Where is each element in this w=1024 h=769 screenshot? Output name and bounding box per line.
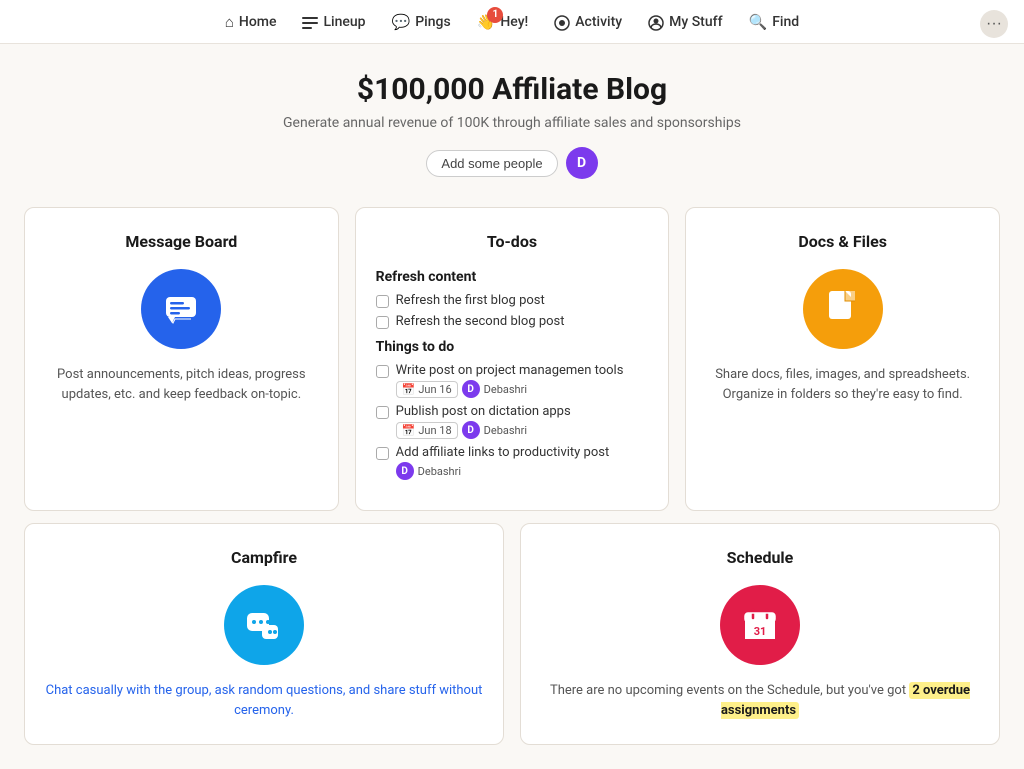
nav-more-button[interactable]: ··· <box>980 10 1008 38</box>
schedule-desc: There are no upcoming events on the Sche… <box>541 681 979 720</box>
navigation-wrapper: ⌂ Home Lineup 💬 Pings 👋 1 Hey! <box>0 0 1024 44</box>
main-nav: ⌂ Home Lineup 💬 Pings 👋 1 Hey! <box>0 0 1024 44</box>
pings-icon: 💬 <box>392 13 411 31</box>
todo-date: 📅 Jun 18 <box>396 422 458 439</box>
bottom-grid: Campfire Chat casually with the group, a… <box>0 523 1024 769</box>
nav-label-lineup: Lineup <box>323 14 365 30</box>
campfire-icon-wrap[interactable] <box>45 585 483 665</box>
main-grid: Message Board Post announcements, pitch … <box>0 195 1024 523</box>
todo-checkbox[interactable] <box>376 447 389 460</box>
todo-date: 📅 Jun 16 <box>396 381 458 398</box>
todo-item: Write post on project managemen tools 📅 … <box>376 363 649 398</box>
todo-label: Refresh the second blog post <box>396 314 565 329</box>
todos-section-things: Things to do <box>376 339 649 355</box>
nav-item-activity[interactable]: Activity <box>544 6 632 36</box>
calendar-icon: 📅 <box>402 424 416 437</box>
nav-label-find: Find <box>772 14 799 30</box>
hey-badge: 1 <box>487 7 503 23</box>
todo-content: Write post on project managemen tools 📅 … <box>396 363 624 398</box>
hey-icon: 👋 1 <box>477 13 496 31</box>
todo-date-label: Jun 16 <box>418 383 451 396</box>
message-board-icon-wrap[interactable] <box>45 269 318 349</box>
nav-item-hey[interactable]: 👋 1 Hey! <box>467 7 539 37</box>
todos-title: To-dos <box>376 232 649 251</box>
avatar[interactable]: D <box>566 147 598 179</box>
nav-item-lineup[interactable]: Lineup <box>292 7 375 37</box>
todos-section-refresh: Refresh content <box>376 269 649 285</box>
todo-item: Add affiliate links to productivity post… <box>376 445 649 480</box>
nav-label-hey: Hey! <box>500 14 528 30</box>
nav-item-find[interactable]: 🔍 Find <box>739 7 810 37</box>
campfire-title: Campfire <box>45 548 483 567</box>
todo-content: Add affiliate links to productivity post… <box>396 445 610 480</box>
docs-icon <box>803 269 883 349</box>
nav-label-mystuff: My Stuff <box>669 14 722 30</box>
todo-item: Refresh the second blog post <box>376 314 649 329</box>
todo-date-label: Jun 18 <box>418 424 451 437</box>
todo-assignee-name: Debashri <box>484 383 527 396</box>
more-dots-icon: ··· <box>986 15 1002 33</box>
todo-assignee-avatar: D <box>462 421 480 439</box>
nav-label-activity: Activity <box>575 14 622 30</box>
message-board-icon <box>141 269 221 349</box>
todo-meta: 📅 Jun 18 D Debashri <box>396 421 571 439</box>
page-header: $100,000 Affiliate Blog Generate annual … <box>0 44 1024 195</box>
schedule-icon: 31 <box>720 585 800 665</box>
find-icon: 🔍 <box>749 13 768 31</box>
schedule-card: Schedule 31 There are no upcoming events… <box>520 523 1000 745</box>
nav-item-mystuff[interactable]: My Stuff <box>638 6 732 36</box>
todo-label: Add affiliate links to productivity post <box>396 445 610 460</box>
docs-files-title: Docs & Files <box>706 232 979 251</box>
campfire-card: Campfire Chat casually with the group, a… <box>24 523 504 745</box>
people-row: Add some people D <box>16 147 1008 179</box>
docs-files-desc: Share docs, files, images, and spreadshe… <box>706 365 979 404</box>
todo-assignee-name: Debashri <box>484 424 527 437</box>
todo-meta: D Debashri <box>396 462 610 480</box>
mystuff-icon <box>648 12 664 30</box>
todo-item: Refresh the first blog post <box>376 293 649 308</box>
home-icon: ⌂ <box>225 13 234 31</box>
todo-checkbox[interactable] <box>376 365 389 378</box>
schedule-desc-prefix: There are no upcoming events on the Sche… <box>550 683 906 698</box>
docs-files-card: Docs & Files Share docs, files, images, … <box>685 207 1000 511</box>
todo-meta: 📅 Jun 16 D Debashri <box>396 380 624 398</box>
svg-text:31: 31 <box>754 625 767 638</box>
todo-assignee-name: Debashri <box>418 465 461 478</box>
schedule-icon-wrap[interactable]: 31 <box>541 585 979 665</box>
lineup-icon <box>302 13 318 31</box>
todo-assignee-avatar: D <box>462 380 480 398</box>
todo-content: Publish post on dictation apps 📅 Jun 18 … <box>396 404 571 439</box>
todo-checkbox[interactable] <box>376 406 389 419</box>
todo-checkbox[interactable] <box>376 316 389 329</box>
activity-icon <box>554 12 570 30</box>
calendar-icon: 📅 <box>402 383 416 396</box>
todo-assignee-avatar: D <box>396 462 414 480</box>
todo-label: Write post on project managemen tools <box>396 363 624 378</box>
message-board-desc: Post announcements, pitch ideas, progres… <box>45 365 318 404</box>
nav-item-home[interactable]: ⌂ Home <box>215 7 287 37</box>
nav-label-pings: Pings <box>415 14 450 30</box>
add-people-button[interactable]: Add some people <box>426 150 557 177</box>
nav-item-pings[interactable]: 💬 Pings <box>382 7 461 37</box>
campfire-icon <box>224 585 304 665</box>
message-board-title: Message Board <box>45 232 318 251</box>
todo-item: Publish post on dictation apps 📅 Jun 18 … <box>376 404 649 439</box>
campfire-desc: Chat casually with the group, ask random… <box>45 681 483 720</box>
page-subtitle: Generate annual revenue of 100K through … <box>16 115 1008 131</box>
docs-icon-wrap[interactable] <box>706 269 979 349</box>
todo-label: Publish post on dictation apps <box>396 404 571 419</box>
todos-card: To-dos Refresh content Refresh the first… <box>355 207 670 511</box>
todo-label: Refresh the first blog post <box>396 293 545 308</box>
message-board-card: Message Board Post announcements, pitch … <box>24 207 339 511</box>
page-title: $100,000 Affiliate Blog <box>16 72 1008 107</box>
nav-label-home: Home <box>239 14 277 30</box>
schedule-title: Schedule <box>541 548 979 567</box>
todo-checkbox[interactable] <box>376 295 389 308</box>
